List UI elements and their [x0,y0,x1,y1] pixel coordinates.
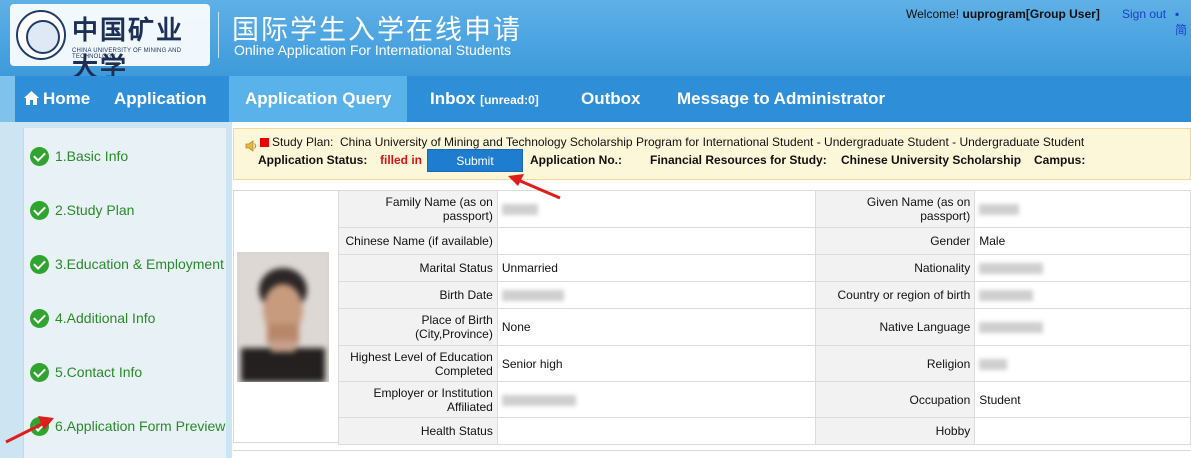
health-status-label: Health Status [338,417,498,445]
university-name-cn: 中国矿业大学 [72,16,185,83]
country-of-birth-value [974,281,1191,309]
home-icon [24,91,39,105]
gender-value: Male [974,227,1191,255]
nav-home[interactable]: Home [23,76,90,122]
sidebar-item-label: 5.Contact Info [55,364,143,380]
nav-inbox[interactable]: Inbox [unread:0] [430,76,539,122]
sidebar-item-label: 4.Additional Info [55,310,156,326]
check-icon [30,146,49,166]
sidebar-item-education[interactable]: 3.Education & Employment [30,253,224,275]
check-icon [30,362,49,382]
annotation-arrow-submit [508,174,561,200]
nav-application[interactable]: Application [114,76,207,122]
education-level-label: Highest Level of Education Completed [338,345,498,382]
employer-value [496,381,817,418]
financial-resources-label: Financial Resources for Study: [650,153,827,167]
application-status-label: Application Status: [258,153,368,167]
given-name-value [974,190,1191,228]
native-language-label: Native Language [815,308,976,346]
hobby-value [974,417,1191,445]
check-icon [30,254,49,274]
education-level-value: Senior high [496,345,817,382]
marital-status-value: Unmarried [496,254,817,282]
nav-outbox[interactable]: Outbox [581,76,641,122]
place-of-birth-value: None [496,308,817,346]
sidebar-item-label: 1.Basic Info [55,148,129,164]
country-of-birth-label: Country or region of birth [815,281,976,309]
inbox-unread-count: [unread:0] [480,93,539,107]
nav-message-admin[interactable]: Message to Administrator [677,76,885,122]
nationality-label: Nationality [815,254,976,282]
nav-home-label: Home [43,89,91,108]
native-language-value [974,308,1191,346]
welcome-prefix: Welcome! [906,7,960,21]
section-divider [233,450,1191,451]
birth-date-value [496,281,817,309]
sidebar-item-study-plan[interactable]: 2.Study Plan [30,199,134,221]
campus-label: Campus: [1034,153,1086,167]
occupation-label: Occupation [815,381,976,418]
religion-value [974,345,1191,382]
table-row: Employer or Institution Affiliated Occup… [338,381,1191,418]
site-title-en: Online Application For International Stu… [234,42,512,58]
nav-application-query[interactable]: Application Query [229,76,408,122]
sidebar-item-label: 3.Education & Employment [55,256,224,272]
financial-resources-value: Chinese University Scholarship [841,153,1022,167]
header-divider [218,12,219,58]
family-name-label: Family Name (as on passport) [338,190,498,228]
applicant-photo [237,252,329,382]
hobby-label: Hobby [815,417,976,445]
annotation-arrow-preview [5,416,54,444]
check-icon [30,200,49,220]
table-row: Place of Birth (City,Province) None Nati… [338,308,1191,346]
table-row: Chinese Name (if available) Gender Male [338,227,1191,255]
employer-label: Employer or Institution Affiliated [338,381,498,418]
application-status-value: filled in [380,153,422,167]
sidebar-item-label: 6.Application Form Preview [55,418,226,434]
table-row: Family Name (as on passport) Given Name … [338,190,1191,228]
sidebar-item-basic-info[interactable]: 1.Basic Info [30,145,128,167]
sign-out-link[interactable]: Sign out [1122,7,1166,21]
main-nav: Home Application Application Query Inbox… [0,76,1191,122]
submit-button[interactable]: Submit [427,149,523,172]
health-status-value [496,417,817,445]
university-logo: 中国矿业大学 CHINA UNIVERSITY OF MINING AND TE… [10,4,210,83]
basic-info-table: Family Name (as on passport) Given Name … [338,190,1191,445]
chinese-name-label: Chinese Name (if available) [338,227,498,255]
study-plan-label: Study Plan: [272,135,334,149]
username: uuprogram[Group User] [962,7,1100,21]
nav-band: Home Application Application Query Inbox… [15,76,1191,122]
application-status-bar: Study Plan: China University of Mining a… [233,128,1191,180]
birth-date-label: Birth Date [338,281,498,309]
speaker-icon [245,140,256,152]
sidebar-item-additional-info[interactable]: 4.Additional Info [30,307,155,329]
table-row: Highest Level of Education Completed Sen… [338,345,1191,382]
nav-inbox-label: Inbox [430,89,476,108]
sidebar-item-contact-info[interactable]: 5.Contact Info [30,361,142,383]
red-square-icon [260,138,269,147]
occupation-value: Student [974,381,1191,418]
university-seal-icon [16,10,66,60]
place-of-birth-label: Place of Birth (City,Province) [338,308,498,346]
gender-label: Gender [815,227,976,255]
language-link[interactable]: ▪简 [1175,7,1191,38]
university-name-en: CHINA UNIVERSITY OF MINING AND TECHNOLOG… [72,48,182,60]
table-row: Marital Status Unmarried Nationality [338,254,1191,282]
table-row: Birth Date Country or region of birth [338,281,1191,309]
study-plan-value: China University of Mining and Technolog… [340,135,1085,149]
given-name-label: Given Name (as on passport) [815,190,976,228]
marital-status-label: Marital Status [338,254,498,282]
table-row: Health Status Hobby [338,417,1191,445]
sidebar-item-label: 2.Study Plan [55,202,135,218]
religion-label: Religion [815,345,976,382]
nationality-value [974,254,1191,282]
welcome-text: Welcome! uuprogram[Group User] [906,7,1100,21]
application-no-label: Application No.: [530,153,622,167]
check-icon [30,308,49,328]
chinese-name-value [496,227,817,255]
sidebar-steps: 1.Basic Info 2.Study Plan 3.Education & … [23,128,226,458]
page-header: 中国矿业大学 CHINA UNIVERSITY OF MINING AND TE… [0,0,1191,83]
